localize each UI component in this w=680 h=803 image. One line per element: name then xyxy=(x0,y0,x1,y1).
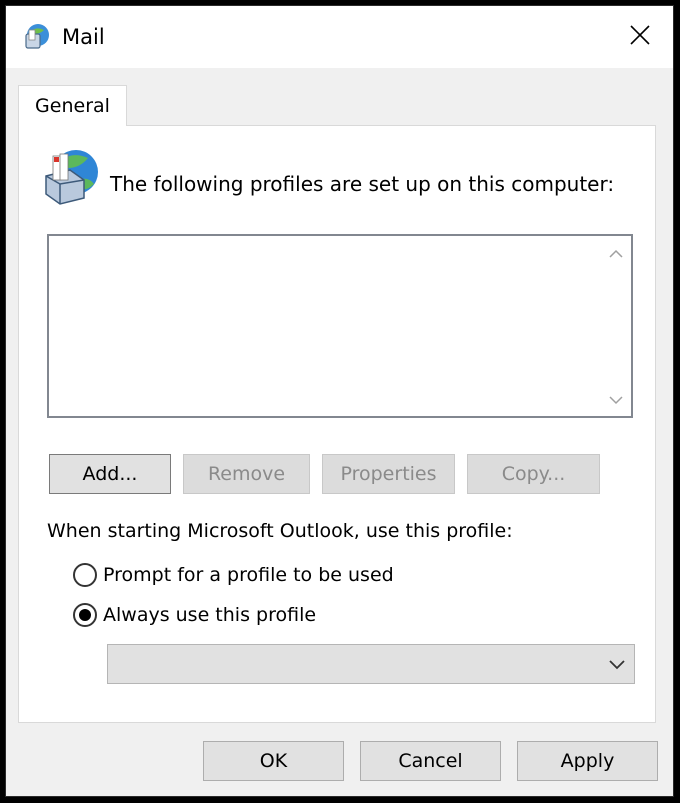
always-use-profile-radio[interactable]: Always use this profile xyxy=(73,602,316,628)
profile-listbox[interactable] xyxy=(47,234,633,418)
title-bar: Mail xyxy=(6,6,673,68)
remove-button[interactable]: Remove xyxy=(183,454,310,494)
always-use-profile-label: Always use this profile xyxy=(103,604,317,626)
chevron-down-icon[interactable] xyxy=(608,657,626,673)
close-button[interactable] xyxy=(619,16,661,58)
cancel-button[interactable]: Cancel xyxy=(360,741,501,781)
prompt-profile-radio[interactable]: Prompt for a profile to be used xyxy=(73,562,394,588)
mail-app-icon xyxy=(22,22,52,52)
properties-button[interactable]: Properties xyxy=(322,454,455,494)
radio-unchecked-icon[interactable] xyxy=(73,563,97,587)
mail-profiles-icon xyxy=(40,146,102,208)
profiles-label: The following profiles are set up on thi… xyxy=(110,172,615,196)
close-icon xyxy=(629,24,651,50)
window-title: Mail xyxy=(62,25,105,49)
profile-select[interactable] xyxy=(107,644,635,684)
radio-checked-icon[interactable] xyxy=(73,603,97,627)
ok-button[interactable]: OK xyxy=(203,741,344,781)
copy-button[interactable]: Copy... xyxy=(467,454,600,494)
add-button[interactable]: Add... xyxy=(49,454,171,494)
startup-profile-label: When starting Microsoft Outlook, use thi… xyxy=(47,520,513,542)
scroll-down-icon[interactable] xyxy=(608,392,624,408)
general-tab-panel: The following profiles are set up on thi… xyxy=(18,125,656,723)
dialog-body: General The following profiles are set u… xyxy=(6,68,673,796)
vertical-scrollbar[interactable] xyxy=(601,236,631,416)
apply-button[interactable]: Apply xyxy=(517,741,658,781)
tab-general[interactable]: General xyxy=(18,85,127,126)
mail-dialog: Mail General The following profiles are … xyxy=(5,5,674,797)
scroll-up-icon[interactable] xyxy=(608,246,624,262)
prompt-profile-label: Prompt for a profile to be used xyxy=(103,564,394,586)
